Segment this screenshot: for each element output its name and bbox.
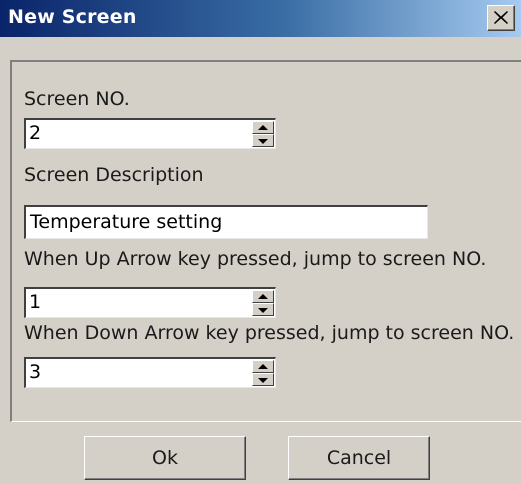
down-arrow-label: When Down Arrow key pressed, jump to scr… [24, 322, 515, 344]
screen-no-label: Screen NO. [24, 88, 130, 110]
spin-up-icon[interactable] [252, 360, 274, 373]
title-bar: New Screen [0, 0, 521, 37]
close-button[interactable] [487, 5, 515, 31]
screen-no-spinner[interactable]: 2 [24, 118, 276, 149]
up-arrow-value[interactable]: 1 [29, 291, 41, 313]
spin-down-icon[interactable] [252, 134, 274, 147]
down-arrow-spin-buttons [252, 360, 274, 386]
form-panel: Screen NO. 2 Screen Description Temperat… [10, 60, 521, 422]
spin-up-icon[interactable] [252, 121, 274, 134]
down-arrow-value[interactable]: 3 [29, 361, 41, 383]
up-arrow-spin-buttons [252, 290, 274, 316]
window-title: New Screen [8, 6, 137, 28]
screen-no-spin-buttons [252, 121, 274, 147]
ok-button[interactable]: Ok [84, 436, 246, 480]
spin-down-icon[interactable] [252, 303, 274, 316]
up-arrow-spinner[interactable]: 1 [24, 287, 276, 318]
up-arrow-label: When Up Arrow key pressed, jump to scree… [24, 248, 487, 270]
screen-description-input[interactable]: Temperature setting [24, 205, 428, 239]
spin-up-icon[interactable] [252, 290, 274, 303]
screen-description-value[interactable]: Temperature setting [30, 211, 222, 233]
screen-description-label: Screen Description [24, 164, 204, 186]
down-arrow-spinner[interactable]: 3 [24, 357, 276, 388]
screen-no-value[interactable]: 2 [29, 122, 41, 144]
spin-down-icon[interactable] [252, 373, 274, 386]
cancel-button[interactable]: Cancel [288, 436, 430, 480]
close-icon [494, 11, 508, 24]
